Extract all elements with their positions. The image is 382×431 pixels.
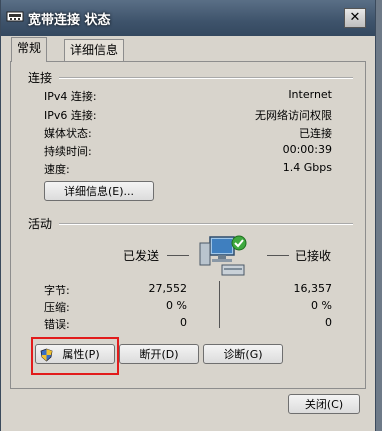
window-title: 宽带连接 状态 (28, 13, 111, 28)
ipv6-label: IPv6 连接: (44, 109, 97, 122)
network-connection-icon (6, 11, 24, 22)
close-button[interactable]: 关闭(C) (288, 394, 360, 414)
tab-details-label: 详细信息 (70, 43, 119, 57)
title-bar[interactable]: 宽带连接 状态 ✕ (1, 0, 375, 36)
duration-label: 持续时间: (44, 145, 92, 158)
status-dialog: 宽带连接 状态 ✕ 常规 详细信息 连接 IPv4 连接: Internet I… (0, 0, 376, 431)
ipv6-value: 无网络访问权限 (255, 109, 332, 122)
speed-value: 1.4 Gbps (282, 161, 332, 174)
errors-label: 错误: (44, 318, 70, 331)
network-activity-icon (199, 235, 247, 276)
errors-sent-value: 0 (180, 316, 187, 329)
media-state-value: 已连接 (299, 127, 332, 140)
received-connector-line (267, 255, 289, 256)
errors-received-value: 0 (325, 316, 332, 329)
ipv4-value: Internet (288, 88, 332, 101)
bytes-received-value: 16,357 (293, 282, 333, 295)
activity-heading: 活动 (28, 217, 53, 231)
duration-value: 00:00:39 (282, 143, 332, 156)
tab-details[interactable]: 详细信息 (64, 39, 125, 61)
close-window-button[interactable]: ✕ (344, 8, 366, 28)
tab-general[interactable]: 常规 (11, 37, 48, 62)
shield-icon (40, 348, 53, 362)
connection-heading: 连接 (28, 71, 53, 85)
connection-divider (59, 77, 353, 79)
disconnect-button[interactable]: 断开(D) (119, 344, 199, 364)
media-state-label: 媒体状态: (44, 127, 92, 140)
compression-received-value: 0 % (311, 299, 332, 312)
properties-button[interactable]: 属性(P) (35, 344, 115, 364)
tab-general-label: 常规 (17, 41, 42, 55)
bytes-label: 字节: (44, 284, 70, 297)
bytes-sent-value: 27,552 (148, 282, 188, 295)
close-icon: ✕ (349, 10, 361, 25)
received-label: 已接收 (295, 249, 332, 263)
details-button[interactable]: 详细信息(E)... (44, 181, 154, 201)
compression-label: 压缩: (44, 301, 70, 314)
properties-button-label: 属性(P) (62, 348, 100, 361)
diagnose-button[interactable]: 诊断(G) (203, 344, 283, 364)
activity-center-line (219, 281, 220, 328)
sent-label: 已发送 (123, 249, 160, 263)
sent-connector-line (167, 255, 189, 256)
ipv4-label: IPv4 连接: (44, 90, 97, 103)
compression-sent-value: 0 % (166, 299, 187, 312)
speed-label: 速度: (44, 163, 70, 176)
activity-divider (59, 223, 353, 225)
